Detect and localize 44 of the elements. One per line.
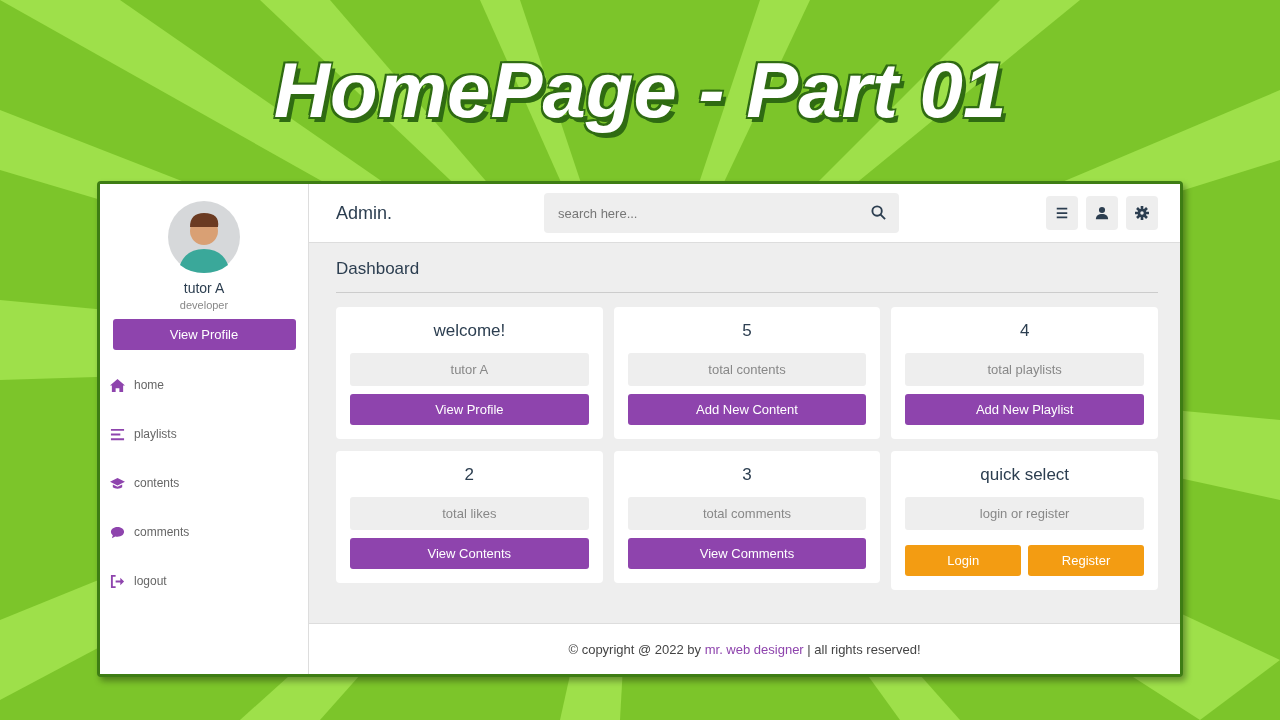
user-icon	[1095, 206, 1109, 220]
card-heading: quick select	[979, 465, 1071, 485]
card-heading: welcome!	[432, 321, 507, 341]
card-button[interactable]: View Comments	[627, 538, 867, 569]
list-icon	[110, 426, 125, 442]
search-icon[interactable]	[871, 205, 886, 220]
card-button[interactable]: View Contents	[350, 538, 589, 569]
avatar-icon	[168, 201, 240, 273]
nav-link[interactable]: home	[110, 376, 308, 394]
nav-link[interactable]: comments	[110, 523, 308, 541]
designer-link[interactable]: mr. web designer	[704, 641, 804, 657]
card-button[interactable]: View Profile	[350, 394, 589, 425]
nav-link[interactable]: playlists	[110, 425, 308, 443]
logout-icon	[110, 573, 125, 589]
brand-logo: Admin.	[336, 202, 394, 224]
home-icon	[110, 377, 125, 393]
settings-icon	[1135, 206, 1149, 220]
card-heading: 4	[1018, 321, 1031, 341]
card-label: total contents	[627, 353, 867, 386]
menu-button[interactable]	[1046, 196, 1078, 230]
user-button[interactable]	[1086, 196, 1118, 230]
page-title: Dashboard	[336, 259, 1158, 293]
copyright-text: © copyright @ 2022 by mr. web designer | all rights reserved!	[568, 641, 921, 657]
graduation-cap-icon	[110, 475, 125, 491]
card-heading: 3	[741, 465, 753, 485]
card-label: total playlists	[905, 353, 1144, 386]
card-heading: 2	[463, 465, 476, 485]
video-title: HomePage - Part 01	[273, 45, 1007, 136]
nav-link[interactable]: contents	[110, 474, 308, 492]
menu-icon	[1055, 206, 1069, 220]
card-heading: 5	[741, 321, 753, 341]
card-label: total comments	[627, 497, 867, 530]
card-label: total likes	[350, 497, 589, 530]
view-profile-button[interactable]: View Profile	[112, 319, 296, 350]
card-label: tutor A	[350, 353, 589, 386]
card-label: login or register	[905, 497, 1144, 530]
settings-button[interactable]	[1126, 196, 1158, 230]
card-button[interactable]: Add New Playlist	[905, 394, 1144, 425]
profile-role: developer	[179, 299, 229, 311]
speech-bubble-icon	[110, 524, 125, 540]
search-field[interactable]: search here...	[544, 193, 899, 233]
card-button[interactable]: Add New Content	[627, 394, 867, 425]
profile-name: tutor A	[183, 280, 225, 296]
nav-link[interactable]: logout	[110, 572, 308, 590]
